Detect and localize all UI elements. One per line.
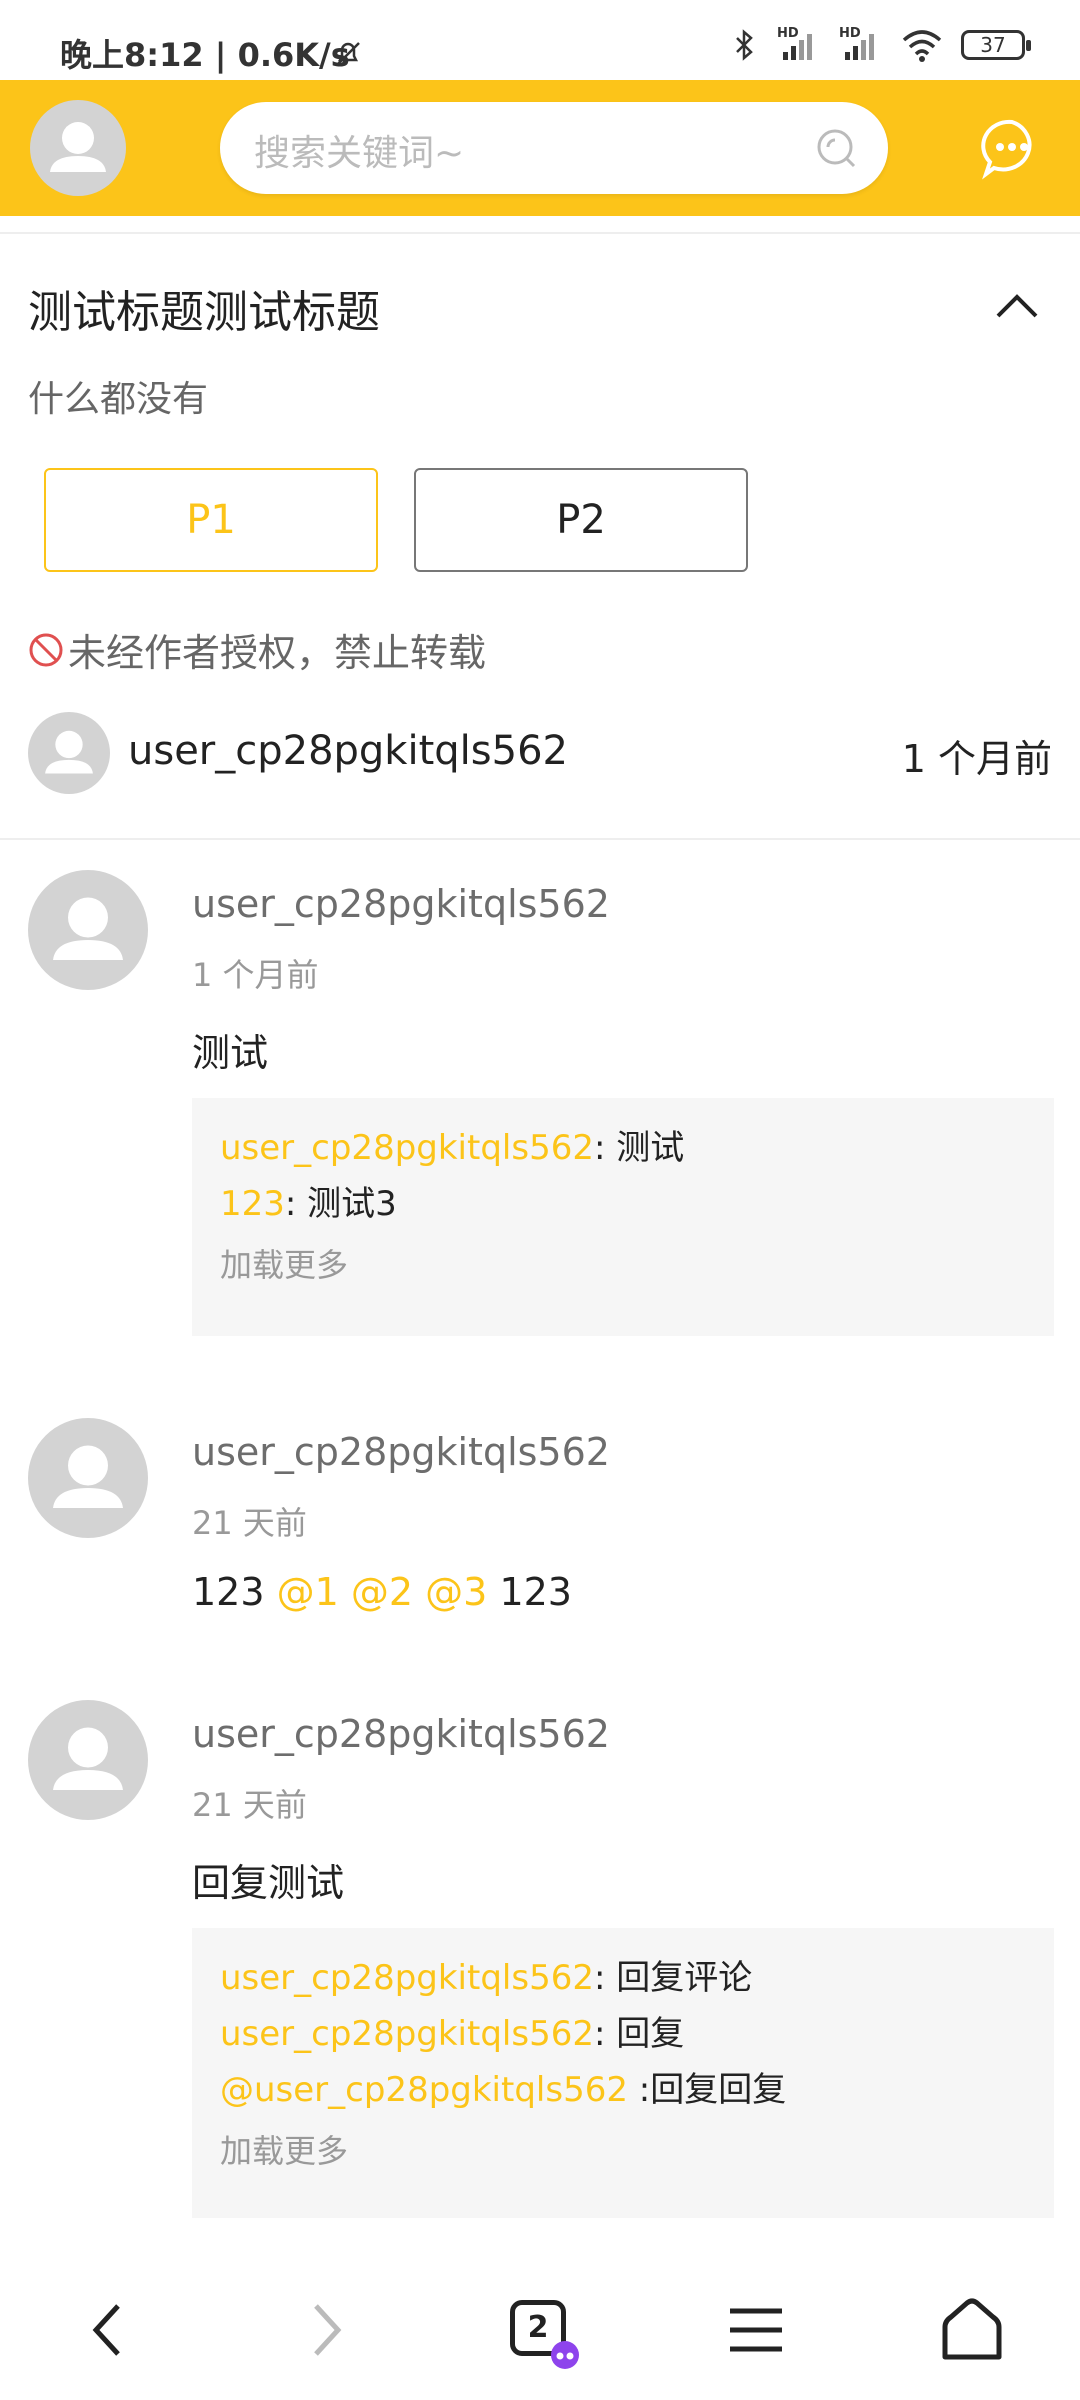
comment-text: 测试 [192, 1031, 269, 1075]
reply-item: user_cp28pgkitqls562: 回复评论 [220, 1958, 1026, 1998]
reply-item: @user_cp28pgkitqls562 :回复回复 [220, 2070, 1026, 2110]
person-icon [53, 1727, 123, 1790]
comment-time: 1 个月前 [192, 956, 319, 994]
copyright-text: 未经作者授权，禁止转载 [68, 631, 487, 675]
chevron-right-icon [314, 2304, 342, 2356]
reply-user[interactable]: user_cp28pgkitqls562 [220, 1958, 594, 1998]
page-button-p2[interactable]: P2 [414, 468, 748, 572]
text-part: 123 [487, 1570, 572, 1614]
menu-icon [730, 2308, 782, 2352]
mute-bell-icon [336, 42, 360, 66]
battery-indicator: 37 [961, 30, 1031, 60]
reply-item: user_cp28pgkitqls562: 回复 [220, 2014, 1026, 2054]
reply-user[interactable]: 123 [220, 1184, 285, 1224]
chevron-up-icon[interactable] [994, 290, 1040, 320]
mention-link[interactable]: @3 [425, 1570, 487, 1614]
text-part [339, 1570, 351, 1614]
text-part [413, 1570, 425, 1614]
mention-link[interactable]: @1 [277, 1570, 339, 1614]
home-icon [942, 2298, 1002, 2360]
menu-button[interactable] [716, 2290, 796, 2370]
reply-user[interactable]: user_cp28pgkitqls562 [220, 2014, 594, 2054]
reply-box: user_cp28pgkitqls562: 回复评论 user_cp28pgki… [192, 1928, 1054, 2218]
page-button-p1[interactable]: P1 [44, 468, 378, 572]
comment-user[interactable]: user_cp28pgkitqls562 [192, 1712, 610, 1756]
cell-signal-icon-2: HD [839, 26, 883, 62]
load-more-link[interactable]: 加载更多 [220, 2126, 1026, 2172]
status-time-speed: 晚上8:12 | 0.6K/s [60, 36, 350, 74]
divider [0, 838, 1080, 840]
person-icon [53, 1445, 123, 1508]
avatar[interactable] [28, 870, 148, 990]
person-icon [50, 122, 106, 172]
incognito-icon [551, 2341, 579, 2369]
forward-button[interactable] [286, 2290, 366, 2370]
comment-time: 21 天前 [192, 1504, 307, 1542]
post-time: 1 个月前 [901, 737, 1052, 781]
reply-item: user_cp28pgkitqls562: 测试 [220, 1128, 1026, 1168]
bottom-navigation: 2 [0, 2250, 1080, 2400]
comment-text: 回复测试 [192, 1861, 345, 1905]
reply-text: :回复回复 [627, 2070, 787, 2110]
copyright-notice: 未经作者授权，禁止转载 [28, 622, 486, 677]
reply-item: 123: 测试3 [220, 1184, 1026, 1224]
search-bar[interactable]: 搜索关键词~ [220, 102, 888, 194]
tabs-button[interactable]: 2 [500, 2290, 580, 2370]
comment-user[interactable]: user_cp28pgkitqls562 [192, 1430, 610, 1474]
back-button[interactable] [68, 2290, 148, 2370]
search-input[interactable]: 搜索关键词~ [254, 124, 464, 176]
comment-user[interactable]: user_cp28pgkitqls562 [192, 882, 610, 926]
post-description: 什么都没有 [28, 379, 209, 420]
avatar[interactable] [28, 712, 110, 794]
person-icon [45, 730, 93, 774]
ban-icon [29, 633, 63, 666]
home-button[interactable] [932, 2290, 1012, 2370]
text-part: 123 [192, 1570, 277, 1614]
comment-text: 123 @1 @2 @3 123 [192, 1570, 572, 1614]
bluetooth-icon [736, 29, 753, 61]
reply-text: : 回复 [593, 2014, 685, 2054]
wifi-icon [902, 30, 942, 62]
divider [0, 232, 1080, 234]
cell-signal-icon: HD [777, 26, 821, 62]
person-icon [53, 897, 123, 960]
user-avatar[interactable] [30, 100, 126, 196]
load-more-link[interactable]: 加载更多 [220, 1240, 1026, 1286]
status-bar: 晚上8:12 | 0.6K/s HD HD 37 [0, 0, 1080, 80]
top-header: 搜索关键词~ [0, 80, 1080, 216]
reply-box: user_cp28pgkitqls562: 测试 123: 测试3 加载更多 [192, 1098, 1054, 1336]
mention-link[interactable]: @user_cp28pgkitqls562 [220, 2070, 628, 2110]
comment-time: 21 天前 [192, 1786, 307, 1824]
post-title: 测试标题测试标题 [28, 287, 380, 338]
reply-text: : 测试 [593, 1128, 685, 1168]
chevron-left-icon [92, 2304, 120, 2356]
search-icon[interactable] [814, 126, 858, 170]
avatar[interactable] [28, 1418, 148, 1538]
mention-link[interactable]: @2 [351, 1570, 413, 1614]
reply-text: : 测试3 [284, 1184, 397, 1224]
author-name[interactable]: user_cp28pgkitqls562 [128, 728, 568, 774]
reply-text: : 回复评论 [593, 1958, 753, 1998]
post-author-row[interactable]: user_cp28pgkitqls562 1 个月前 [0, 712, 1080, 796]
message-icon[interactable] [980, 116, 1044, 180]
reply-user[interactable]: user_cp28pgkitqls562 [220, 1128, 594, 1168]
avatar[interactable] [28, 1700, 148, 1820]
